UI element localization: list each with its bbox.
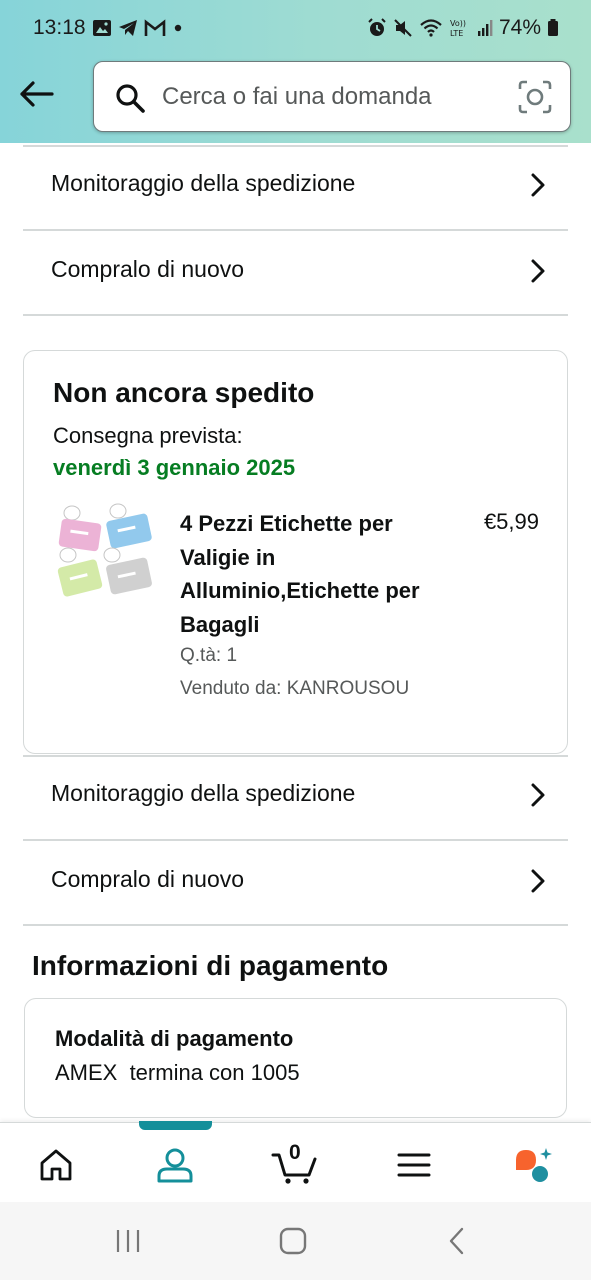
battery-percent: 74%	[498, 16, 541, 39]
recent-apps-icon[interactable]	[113, 1226, 143, 1256]
delivery-estimate-label: Consegna prevista:	[53, 423, 243, 448]
row-label: Monitoraggio della spedizione	[51, 170, 356, 196]
svg-text:Vo)): Vo))	[450, 19, 466, 28]
gallery-icon	[93, 20, 111, 36]
alarm-icon	[368, 18, 386, 36]
search-input[interactable]: Cerca o fai una domanda	[162, 83, 432, 111]
chevron-right-icon	[531, 259, 545, 283]
nav-assistant[interactable]	[508, 1143, 558, 1187]
notification-icons	[92, 18, 184, 38]
shipment-status-title: Non ancora spedito	[53, 377, 315, 408]
status-bar: 13:18 Vo)) LTE 74%	[0, 0, 591, 56]
product-price: €5,99	[483, 509, 539, 534]
bottom-navigation: 0	[0, 1121, 591, 1202]
row-label: Compralo di nuovo	[51, 866, 245, 892]
header-bar: 13:18 Vo)) LTE 74% Cerca o fai una domand…	[0, 0, 591, 143]
divider	[23, 924, 568, 926]
divider	[23, 314, 568, 316]
search-bar[interactable]: Cerca o fai una domanda	[93, 61, 571, 132]
shipment-card: Non ancora spedito Consegna prevista: ve…	[23, 350, 568, 754]
nav-cart[interactable]: 0	[269, 1141, 321, 1187]
wifi-icon	[420, 19, 442, 37]
signal-icon	[477, 20, 493, 36]
battery-icon	[548, 19, 558, 36]
search-icon	[116, 84, 145, 113]
assistant-icon	[516, 1148, 552, 1182]
row-label: Monitoraggio della spedizione	[51, 780, 356, 806]
menu-icon	[397, 1153, 431, 1177]
product-image[interactable]	[54, 503, 158, 607]
track-shipment-row[interactable]: Monitoraggio della spedizione	[23, 144, 568, 228]
chevron-right-icon	[531, 783, 545, 807]
telegram-icon	[119, 20, 137, 36]
system-icons: Vo)) LTE 74%	[367, 16, 559, 40]
mute-icon	[394, 19, 412, 37]
buy-again-row[interactable]: Compralo di nuovo	[23, 230, 568, 314]
back-button-icon[interactable]	[446, 1226, 470, 1256]
product-seller: Venduto da: KANROUSOU	[180, 678, 410, 699]
payment-method-card: Modalità di pagamento AMEX termina con 1…	[24, 998, 567, 1118]
chevron-right-icon	[531, 173, 545, 197]
nav-menu[interactable]	[389, 1143, 439, 1187]
buy-again-row[interactable]: Compralo di nuovo	[23, 840, 568, 924]
track-shipment-row[interactable]: Monitoraggio della spedizione	[23, 754, 568, 838]
system-navigation-bar	[0, 1202, 591, 1280]
row-label: Compralo di nuovo	[51, 256, 245, 282]
payment-method-title: Modalità di pagamento	[55, 1026, 294, 1051]
product-quantity: Q.tà: 1	[180, 645, 238, 666]
payment-section-title: Informazioni di pagamento	[32, 950, 389, 981]
payment-method-value: AMEX termina con 1005	[55, 1060, 300, 1085]
gmail-icon	[144, 19, 166, 36]
nav-home[interactable]	[31, 1143, 81, 1187]
delivery-estimate-date: venerdì 3 gennaio 2025	[53, 455, 296, 480]
active-tab-indicator	[139, 1121, 212, 1130]
back-arrow-icon[interactable]	[16, 74, 56, 114]
dot-icon	[174, 24, 182, 32]
camera-scan-icon[interactable]	[518, 80, 552, 114]
nav-account[interactable]	[150, 1143, 200, 1187]
account-icon	[157, 1148, 193, 1183]
svg-text:LTE: LTE	[450, 29, 463, 38]
volte-icon: Vo))LTE	[450, 19, 466, 38]
cart-count: 0	[289, 1141, 301, 1164]
home-icon	[40, 1149, 72, 1181]
product-name[interactable]: 4 Pezzi Etichette per Valigie in Allumin…	[180, 507, 420, 641]
home-button-icon[interactable]	[278, 1226, 308, 1256]
status-time: 13:18	[33, 16, 86, 39]
chevron-right-icon	[531, 869, 545, 893]
